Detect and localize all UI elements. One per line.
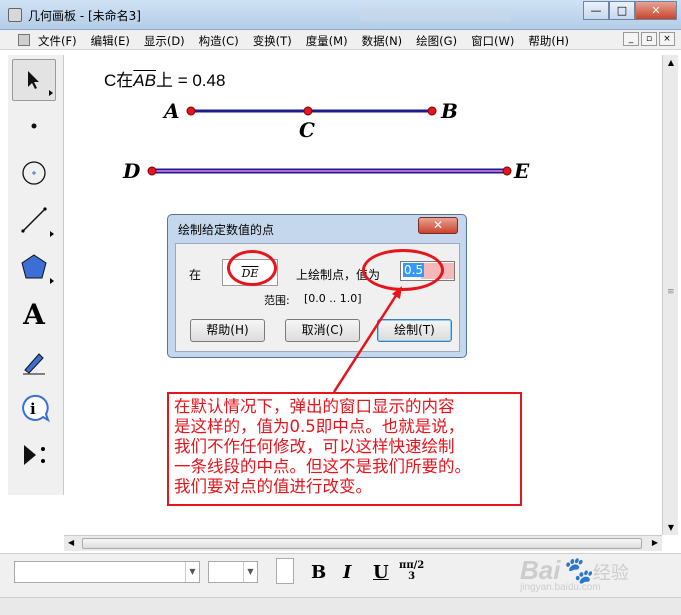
bold-button[interactable]: B [311, 562, 326, 583]
underline-button[interactable]: U [373, 562, 389, 583]
chevron-down-icon: ▼ [243, 562, 257, 582]
label-e: E [514, 159, 530, 183]
window-titlebar: 几何画板 - [未命名3] — □ ✕ [0, 0, 681, 30]
custom-tool-icon [24, 445, 45, 465]
menu-item-1[interactable]: 编辑(E) [91, 33, 130, 49]
custom-tool[interactable] [12, 434, 56, 476]
paw-icon: 🐾 [560, 555, 593, 585]
measurement-suffix: 上 = 0.48 [155, 71, 226, 90]
menubar: 文件(F) 编辑(E) 显示(D) 构造(C) 变换(T) 度量(M) 数据(N) 绘图(G)… [0, 30, 681, 50]
polygon-tool[interactable] [12, 246, 56, 288]
annotation-note: 在默认情况下，弹出的窗口显示的内容 是这样的，值为0.5即中点。也就是说， 我们不作… [167, 392, 522, 506]
toolbox: A i [8, 55, 64, 495]
scroll-grip-icon: ≡ [667, 287, 675, 297]
scroll-left-icon[interactable]: ◀ [68, 538, 74, 547]
marker-tool[interactable] [12, 340, 56, 382]
maximize-button[interactable]: □ [609, 1, 635, 20]
color-swatch[interactable] [276, 558, 294, 584]
cancel-button[interactable]: 取消(C) [285, 319, 360, 342]
label-b: B [441, 99, 458, 123]
menu-list: 文件(F) 编辑(E) 显示(D) 构造(C) 变换(T) 度量(M) 数据(N) 绘图(G)… [38, 33, 583, 49]
document-icon [18, 34, 30, 46]
watermark-suffix: 经验 [592, 563, 629, 583]
font-combo[interactable]: ▼ [14, 561, 200, 583]
line-tool[interactable] [12, 199, 56, 241]
dialog-title: 绘制给定数值的点 [178, 223, 275, 237]
annotation-line: 一条线段的中点。但这不是我们所要的。 [174, 457, 471, 476]
scroll-down-icon[interactable]: ▼ [666, 523, 676, 532]
vertical-scrollbar[interactable]: ▲ ≡ ▼ [662, 55, 678, 535]
menu-item-4[interactable]: 变换(T) [253, 33, 292, 49]
select-tool[interactable] [12, 59, 56, 101]
watermark-domain: jingyan.baidu.com [520, 582, 601, 593]
label-d: D [123, 159, 141, 183]
text-tool[interactable]: A [12, 293, 56, 335]
menu-item-7[interactable]: 绘图(G) [416, 33, 457, 49]
minimize-button[interactable]: — [583, 1, 609, 20]
annotation-line: 我们不作任何修改，可以这样快速绘制 [174, 437, 455, 456]
menu-item-6[interactable]: 数据(N) [362, 33, 403, 49]
math-format-button[interactable]: ππ/2 3 [399, 560, 424, 582]
size-combo[interactable]: ▼ [208, 561, 258, 583]
range-value: [0.0 .. 1.0] [304, 292, 362, 305]
menu-item-5[interactable]: 度量(M) [306, 33, 348, 49]
value-highlight-ellipse [362, 249, 444, 291]
document-window-controls: _ ▫ × [623, 32, 675, 46]
measurement-prefix: C在 [104, 71, 134, 90]
annotation-line: 我们要对点的值进行改变。 [174, 477, 372, 496]
information-tool[interactable]: i [12, 387, 56, 429]
measurement-segment: AB [133, 71, 156, 90]
annotation-line: 在默认情况下，弹出的窗口显示的内容 [174, 397, 455, 416]
chevron-down-icon: ▼ [185, 562, 199, 582]
menu-item-8[interactable]: 窗口(W) [471, 33, 514, 49]
app-icon [8, 8, 22, 22]
horizontal-scrollbar[interactable]: ◀ ▶ [64, 535, 662, 551]
point-tool[interactable] [12, 105, 56, 147]
help-button[interactable]: 帮助(H) [190, 319, 265, 342]
label-c: C [299, 118, 315, 142]
window-title: 几何画板 - [未命名3] [28, 9, 141, 23]
doc-minimize-button[interactable]: _ [623, 32, 639, 46]
compass-icon [22, 161, 46, 185]
label-on: 在 [189, 268, 202, 282]
label-a: A [164, 99, 180, 123]
svg-text:i: i [30, 400, 36, 418]
menu-item-2[interactable]: 显示(D) [144, 33, 185, 49]
segment-highlight-ellipse [227, 250, 277, 286]
horizontal-scroll-thumb[interactable] [82, 538, 642, 549]
menu-item-3[interactable]: 构造(C) [199, 33, 239, 49]
plot-button[interactable]: 绘制(T) [377, 319, 452, 342]
background-window-ghost [360, 8, 510, 21]
point-icon [31, 123, 37, 129]
doc-close-button[interactable]: × [659, 32, 675, 46]
polygon-icon [21, 254, 47, 279]
info-icon: i [22, 394, 50, 423]
line-icon [21, 207, 47, 233]
marker-icon [23, 353, 45, 375]
scroll-up-icon[interactable]: ▲ [666, 58, 676, 67]
doc-restore-button[interactable]: ▫ [641, 32, 657, 46]
watermark-brand: Bai [520, 555, 561, 585]
arrow-select-icon [28, 71, 39, 89]
point-value-measurement[interactable]: C在AB上 = 0.48 [104, 66, 225, 91]
compass-tool[interactable] [12, 152, 56, 194]
close-button[interactable]: ✕ [635, 1, 677, 20]
watermark: Bai🐾经验 jingyan.baidu.com [520, 555, 629, 593]
status-bar [0, 597, 681, 615]
menu-item-0[interactable]: 文件(F) [38, 33, 77, 49]
dialog-close-button[interactable]: ✕ [418, 217, 458, 234]
annotation-line: 是这样的，值为0.5即中点。也就是说， [174, 417, 465, 436]
text-icon: A [23, 297, 45, 331]
scroll-right-icon[interactable]: ▶ [652, 538, 658, 547]
range-label: 范围: [264, 294, 290, 307]
italic-button[interactable]: I [343, 562, 351, 583]
menu-item-9[interactable]: 帮助(H) [528, 33, 569, 49]
